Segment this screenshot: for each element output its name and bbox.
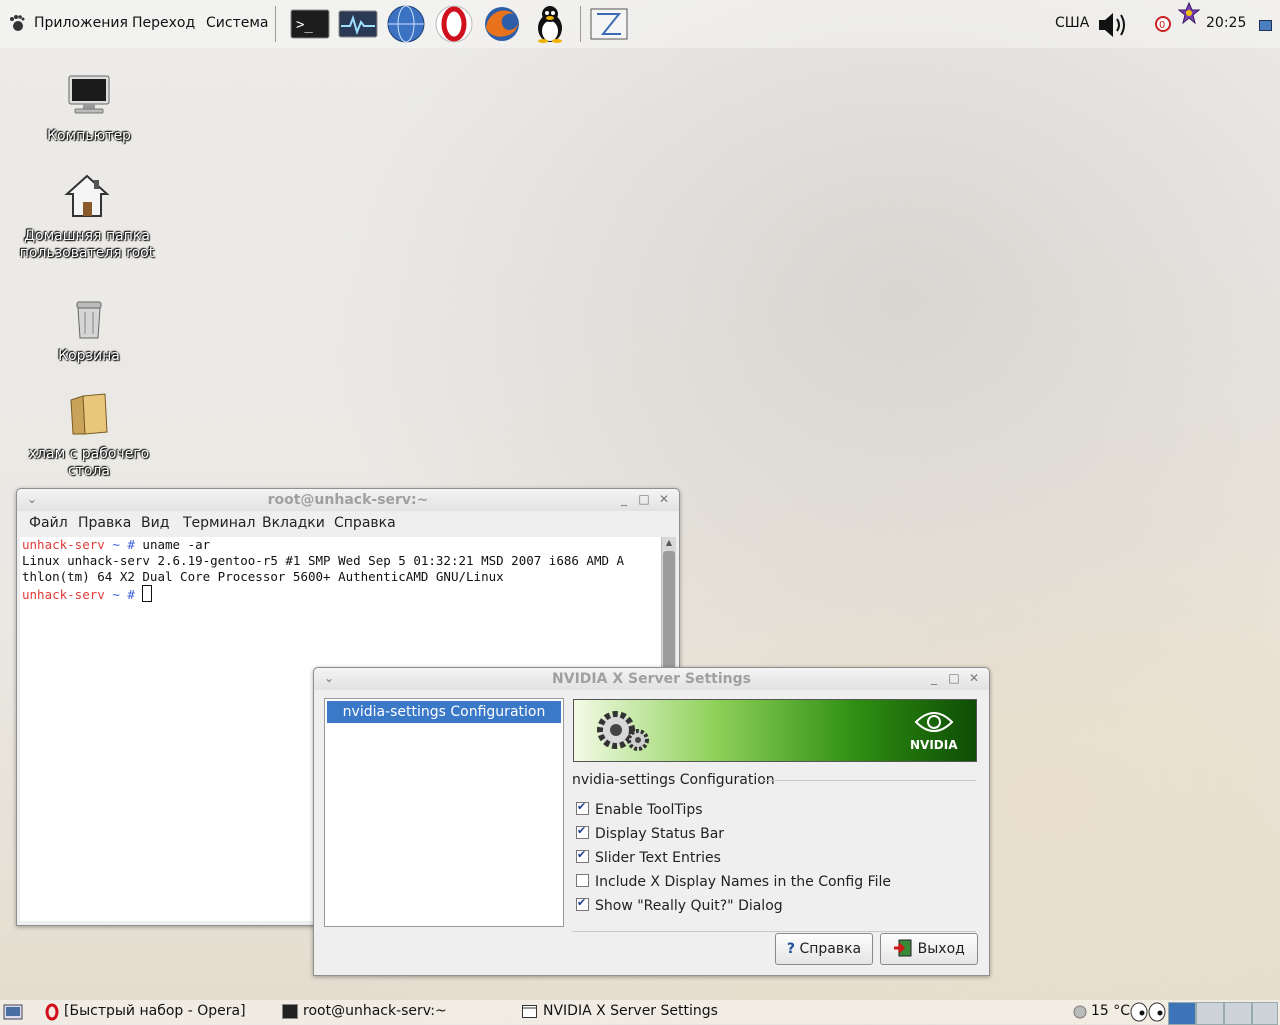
bottom-panel: [Быстрый набор - Opera] root@unhack-serv… xyxy=(0,1000,1280,1025)
minimize-icon[interactable]: _ xyxy=(927,671,941,685)
folder-icon xyxy=(70,393,108,435)
desktop-icon-label: хлам с рабочего стола xyxy=(28,446,150,479)
nvidia-titlebar[interactable]: ⌄ NVIDIA X Server Settings _ □ ✕ xyxy=(314,668,989,690)
nvidia-settings-window[interactable]: ⌄ NVIDIA X Server Settings _ □ ✕ nvidia-… xyxy=(313,667,990,976)
help-icon: ? xyxy=(786,941,795,957)
section-divider xyxy=(762,780,976,781)
weather-icon[interactable] xyxy=(1072,1004,1088,1020)
show-desktop-icon[interactable] xyxy=(3,1004,23,1020)
opera-icon[interactable] xyxy=(434,4,474,44)
gnome-foot-icon[interactable] xyxy=(9,14,25,32)
clock[interactable]: 20:25 xyxy=(1206,15,1246,31)
firefox-icon[interactable] xyxy=(482,4,522,44)
menu-places[interactable]: Переход xyxy=(132,15,195,31)
help-button[interactable]: ? Справка xyxy=(775,933,873,965)
computer-icon xyxy=(68,75,110,114)
keyboard-layout[interactable]: США xyxy=(1055,15,1089,31)
desktop-icon-label: Корзина xyxy=(58,348,120,364)
workspace-2[interactable] xyxy=(1196,1002,1224,1025)
nvidia-page-list[interactable]: nvidia-settings Configuration xyxy=(324,698,564,927)
terminal-line: Linux unhack-serv 2.6.19-gentoo-r5 #1 SM… xyxy=(22,553,625,568)
terminal-line: unhack-serv ~ # uname -ar xyxy=(22,537,211,552)
volume-icon[interactable] xyxy=(1097,10,1131,40)
screenshot-icon[interactable] xyxy=(589,4,629,44)
checkbox-icon[interactable] xyxy=(576,824,589,839)
taskbar-item-opera[interactable]: [Быстрый набор - Opera] xyxy=(64,1003,246,1019)
maximize-icon[interactable]: □ xyxy=(637,492,651,506)
panel-separator xyxy=(580,6,581,42)
checkbox-icon[interactable] xyxy=(576,800,589,815)
menu-help[interactable]: Справка xyxy=(334,515,396,531)
menu-view[interactable]: Вид xyxy=(141,515,169,531)
eyes-icon xyxy=(1130,1002,1166,1022)
maximize-icon[interactable]: □ xyxy=(947,671,961,685)
panel-separator xyxy=(275,6,276,42)
close-icon[interactable]: ✕ xyxy=(967,671,981,685)
checkbox-icon[interactable] xyxy=(576,848,589,863)
minimize-icon[interactable]: _ xyxy=(617,492,631,506)
menu-system[interactable]: Система xyxy=(206,15,268,31)
desktop-icon-trash[interactable]: Корзина xyxy=(14,292,164,365)
close-icon[interactable]: ✕ xyxy=(657,492,671,506)
nvidia-logo-text: NVIDIA xyxy=(910,738,958,752)
workspace-3[interactable] xyxy=(1224,1002,1252,1025)
workspace-4[interactable] xyxy=(1252,1002,1278,1025)
tux-icon[interactable] xyxy=(530,4,570,44)
top-panel: Приложения Переход Система >_ США 0 20:2… xyxy=(0,0,1280,48)
opera-icon xyxy=(45,1003,59,1021)
terminal-icon xyxy=(282,1004,298,1019)
terminal-line: unhack-serv ~ # xyxy=(20,585,665,603)
window-icon xyxy=(522,1005,537,1018)
network-globe-icon[interactable] xyxy=(386,4,426,44)
exit-icon xyxy=(894,939,912,957)
text-cursor xyxy=(142,585,153,602)
network-status-icon[interactable]: 0 xyxy=(1155,16,1171,32)
gears-icon xyxy=(597,711,649,751)
home-folder-icon xyxy=(64,174,110,217)
taskbar-item-nvidia-settings[interactable]: NVIDIA X Server Settings xyxy=(543,1003,718,1019)
checkbox-icon[interactable] xyxy=(576,874,589,887)
terminal-line: thlon(tm) 64 X2 Dual Core Processor 5600… xyxy=(22,569,504,584)
menu-terminal[interactable]: Терминал xyxy=(183,515,255,531)
button-divider xyxy=(572,931,976,932)
menu-file[interactable]: Файл xyxy=(29,515,68,531)
desktop-icon-computer[interactable]: Компьютер xyxy=(14,72,164,145)
terminal-icon[interactable]: >_ xyxy=(290,4,330,44)
scroll-up-icon[interactable]: ▲ xyxy=(662,538,676,550)
desktop-icon-folder[interactable]: хлам с рабочего стола xyxy=(14,390,164,480)
nvidia-eye-icon xyxy=(914,712,954,732)
checkbox-enable-tooltips[interactable]: Enable ToolTips xyxy=(576,800,703,818)
terminal-title: root@unhack-serv:~ xyxy=(267,492,429,508)
quit-button[interactable]: Выход xyxy=(880,933,978,965)
desktop-icon-home[interactable]: Домашняя папка пользователя root xyxy=(12,172,162,262)
section-heading: nvidia-settings Configuration xyxy=(572,772,775,788)
workspace-1[interactable] xyxy=(1168,1002,1196,1025)
trash-icon xyxy=(76,301,102,339)
desktop-icon-label: Компьютер xyxy=(47,128,131,144)
menu-edit[interactable]: Правка xyxy=(78,515,131,531)
terminal-menubar: Файл Правка Вид Терминал Вкладки Справка xyxy=(17,511,679,535)
svg-text:0: 0 xyxy=(1159,20,1165,31)
checkbox-really-quit-dialog[interactable]: Show "Really Quit?" Dialog xyxy=(576,896,783,914)
terminal-titlebar[interactable]: ⌄ root@unhack-serv:~ _ □ ✕ xyxy=(17,489,679,511)
system-monitor-icon[interactable] xyxy=(338,4,378,44)
desktop-icon-label: Домашняя папка пользователя root xyxy=(19,228,155,261)
checkbox-include-display-names[interactable]: Include X Display Names in the Config Fi… xyxy=(576,874,891,890)
nvidia-title: NVIDIA X Server Settings xyxy=(552,671,751,687)
menu-applications[interactable]: Приложения xyxy=(34,15,128,31)
list-item-nvidia-settings-configuration[interactable]: nvidia-settings Configuration xyxy=(327,701,561,723)
show-desktop-icon[interactable] xyxy=(1259,20,1272,31)
nvidia-banner: NVIDIA xyxy=(573,699,977,762)
svg-text:>_: >_ xyxy=(296,17,313,33)
taskbar-item-terminal[interactable]: root@unhack-serv:~ xyxy=(303,1003,447,1019)
checkbox-display-status-bar[interactable]: Display Status Bar xyxy=(576,824,724,842)
checkbox-icon[interactable] xyxy=(576,896,589,911)
menu-tabs[interactable]: Вкладки xyxy=(262,515,325,531)
update-notifier-icon[interactable] xyxy=(1178,2,1200,24)
temperature[interactable]: 15 °C xyxy=(1091,1003,1130,1019)
checkbox-slider-text-entries[interactable]: Slider Text Entries xyxy=(576,848,721,866)
